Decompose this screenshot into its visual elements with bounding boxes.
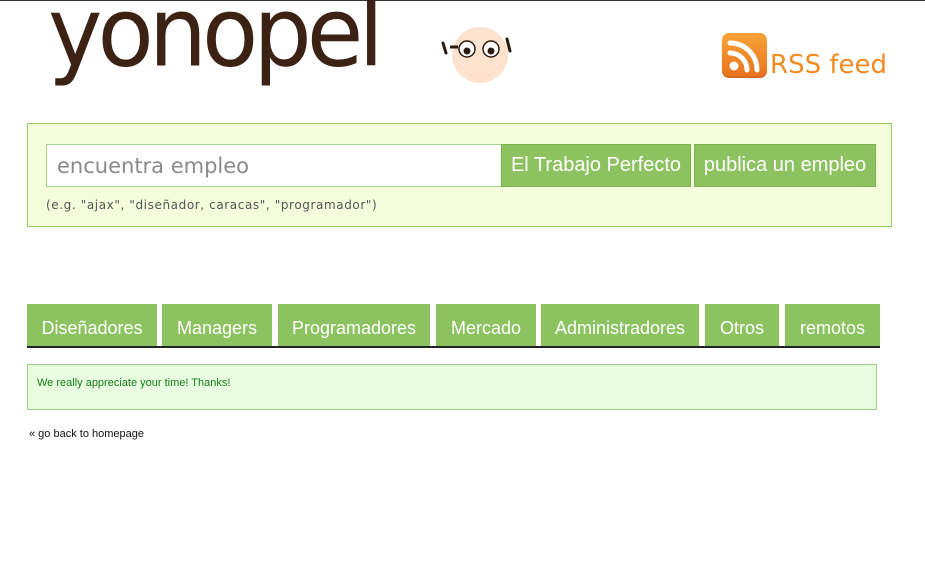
back-to-homepage-link[interactable]: « go back to homepage [29, 428, 144, 440]
search-button[interactable]: El Trabajo Perfecto [501, 144, 691, 187]
publish-job-button[interactable]: publica un empleo [694, 144, 876, 187]
tab-otros[interactable]: Otros [705, 304, 779, 346]
tab-programadores[interactable]: Programadores [278, 304, 430, 346]
notice-message: We really appreciate your time! Thanks! [37, 377, 231, 389]
search-input[interactable] [46, 144, 502, 187]
success-notice: We really appreciate your time! Thanks! [27, 364, 877, 410]
rss-feed-link[interactable]: RSS feed [722, 30, 887, 78]
face-icon [441, 27, 512, 83]
tab-managers[interactable]: Managers [162, 304, 272, 346]
site-logo[interactable]: yonopel [48, 0, 512, 111]
rss-label: RSS feed [770, 50, 887, 80]
search-panel: El Trabajo Perfecto publica un empleo (e… [27, 123, 892, 227]
tab-remotos[interactable]: remotos [785, 304, 880, 346]
tab-disenadores[interactable]: Diseñadores [27, 304, 157, 346]
rss-icon [722, 33, 767, 78]
search-hint: (e.g. "ajax", "diseñador, caracas", "pro… [46, 198, 378, 212]
category-tabs: Diseñadores Managers Programadores Merca… [27, 304, 880, 348]
tab-administradores[interactable]: Administradores [541, 304, 699, 346]
tab-mercado[interactable]: Mercado [436, 304, 536, 346]
logo-text: yonopel [48, 0, 384, 89]
